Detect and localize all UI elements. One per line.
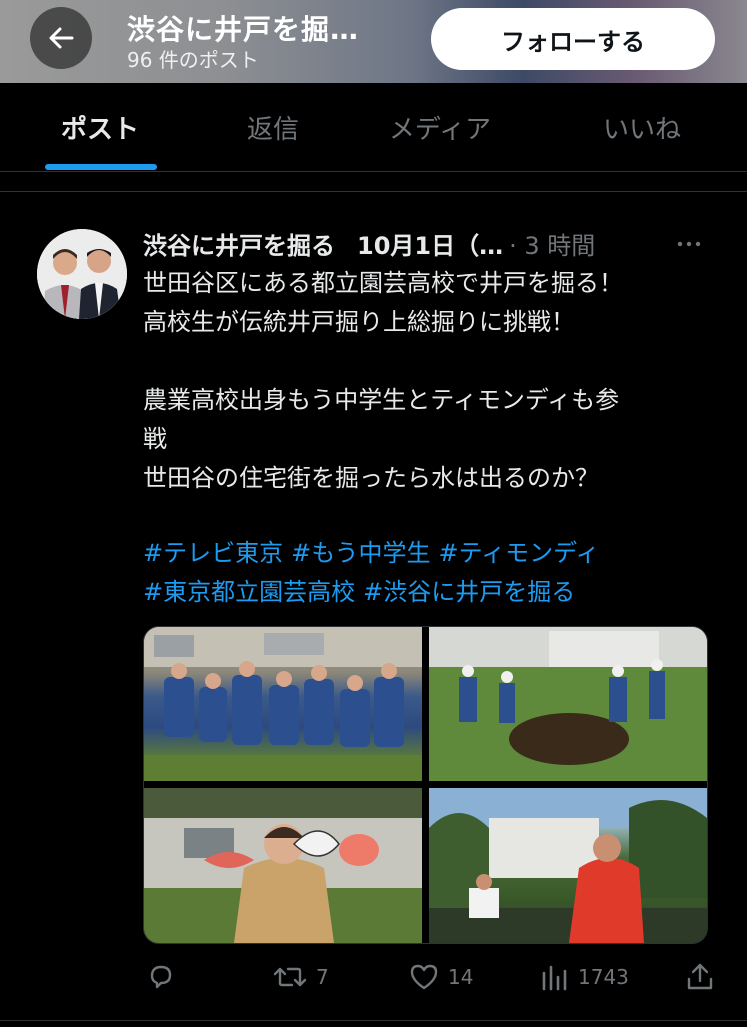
views-icon bbox=[542, 965, 567, 991]
share-button[interactable] bbox=[685, 955, 715, 999]
follow-button[interactable]: フォローする bbox=[431, 8, 715, 70]
views-button[interactable]: 1743 bbox=[540, 955, 629, 999]
tweet-line: 世田谷区にある都立園芸高校で井戸を掘る！ bbox=[143, 269, 623, 297]
post-count: 96 件のポスト bbox=[127, 48, 259, 72]
hashtag-link[interactable]: #渋谷に井戸を掘る bbox=[363, 578, 575, 606]
tweet-line: 世田谷の住宅街を掘ったら水は出るのか？ bbox=[143, 464, 599, 492]
tweet-time[interactable]: · 3 時間 bbox=[509, 232, 595, 260]
like-count: 14 bbox=[448, 965, 474, 989]
hashtag-link[interactable]: #東京都立園芸高校 bbox=[143, 578, 355, 606]
tweet-line: 農業高校出身もう中学生とティモンディも参 bbox=[143, 386, 620, 414]
profile-tabs: ポスト 返信 メディア いいね bbox=[0, 83, 747, 171]
reply-button[interactable] bbox=[145, 955, 185, 999]
share-icon bbox=[687, 963, 713, 990]
divider bbox=[0, 171, 747, 172]
costume-photo bbox=[144, 788, 422, 943]
media-grid bbox=[143, 626, 708, 944]
author-name[interactable]: 渋谷に井戸を掘る bbox=[143, 232, 335, 260]
hashtag-link[interactable]: #テレビ東京 bbox=[143, 539, 283, 567]
retweet-icon bbox=[273, 967, 307, 987]
avatar-image bbox=[37, 229, 127, 319]
tweet-line bbox=[143, 342, 713, 381]
like-icon bbox=[410, 964, 438, 990]
hashtag-link[interactable]: #もう中学生 bbox=[291, 539, 430, 567]
tweet-actions: 7 14 1743 bbox=[0, 955, 747, 999]
tab-likes[interactable]: いいね bbox=[562, 83, 722, 171]
group-photo bbox=[144, 627, 422, 781]
tweet-date: 10月1日（… bbox=[357, 232, 504, 260]
retweet-count: 7 bbox=[316, 965, 329, 989]
media-photo-2[interactable] bbox=[429, 627, 707, 781]
hashtags: #テレビ東京 #もう中学生 #ティモンディ #東京都立園芸高校 #渋谷に井戸を掘る bbox=[143, 534, 723, 612]
view-count: 1743 bbox=[578, 965, 629, 989]
back-arrow-icon bbox=[49, 27, 74, 49]
tweet-text: 世田谷区にある都立園芸高校で井戸を掘る！ 高校生が伝統井戸掘り上総掘りに挑戦！ … bbox=[143, 264, 713, 498]
hashtag-link[interactable]: #ティモンディ bbox=[439, 539, 600, 567]
tab-posts[interactable]: ポスト bbox=[20, 83, 180, 171]
tweet-line: 高校生が伝統井戸掘り上総掘りに挑戦！ bbox=[143, 308, 575, 336]
tweet-line: 戦 bbox=[143, 425, 167, 453]
like-button[interactable]: 14 bbox=[408, 955, 473, 999]
tab-media[interactable]: メディア bbox=[360, 83, 520, 171]
tweet-header: 渋谷に井戸を掘る 10月1日（… · 3 時間 bbox=[143, 226, 723, 260]
media-photo-1[interactable] bbox=[144, 627, 422, 781]
header-title: 渋谷に井戸を掘… bbox=[127, 13, 360, 46]
reply-icon bbox=[150, 965, 172, 989]
profile-header: 渋谷に井戸を掘… 96 件のポスト フォローする bbox=[0, 0, 747, 83]
more-icon bbox=[677, 241, 701, 247]
back-button[interactable] bbox=[30, 7, 92, 69]
media-photo-3[interactable] bbox=[144, 788, 422, 943]
divider bbox=[0, 191, 747, 192]
retweet-button[interactable]: 7 bbox=[272, 955, 329, 999]
digging-photo bbox=[429, 627, 707, 781]
tab-replies[interactable]: 返信 bbox=[193, 83, 353, 171]
more-button[interactable] bbox=[675, 230, 703, 262]
work-photo bbox=[429, 788, 707, 943]
media-photo-4[interactable] bbox=[429, 788, 707, 943]
avatar[interactable] bbox=[37, 229, 127, 319]
divider bbox=[0, 1020, 747, 1021]
active-tab-indicator bbox=[45, 164, 157, 170]
